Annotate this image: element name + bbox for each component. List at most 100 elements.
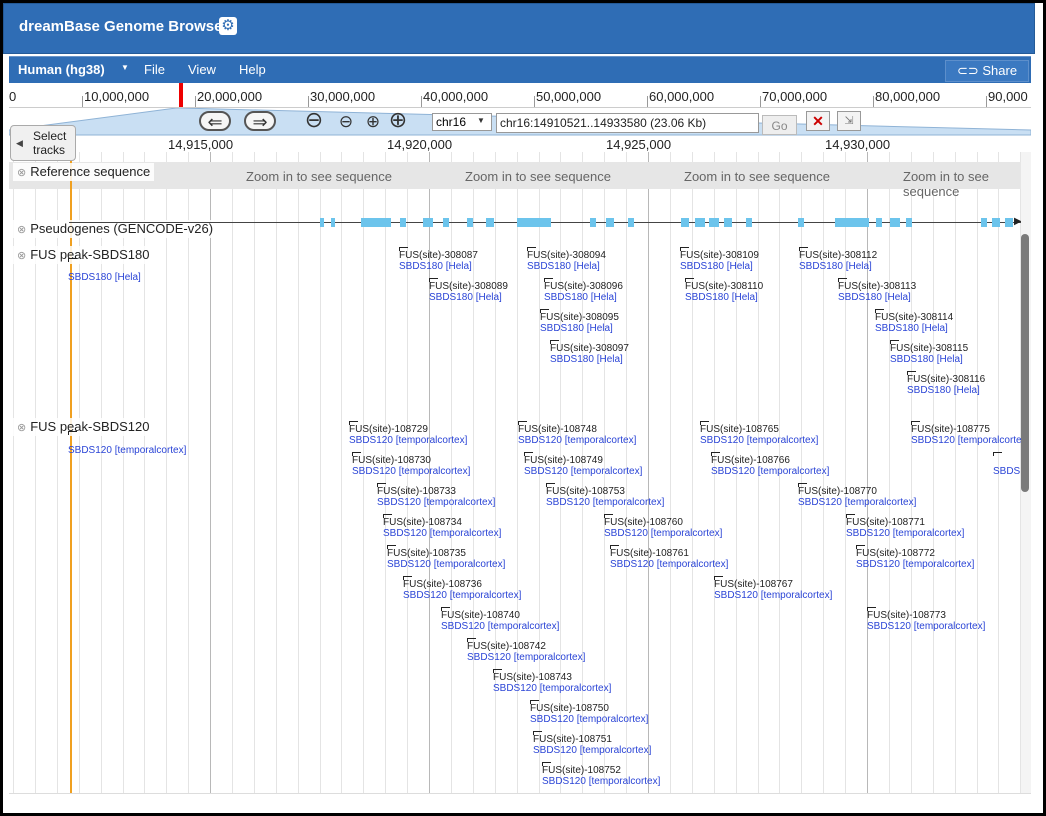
help-menu[interactable]: Help (239, 62, 266, 77)
close-icon[interactable]: ⊗ (17, 224, 26, 236)
zoom-out-small-icon[interactable]: ⊖ (336, 113, 356, 133)
feature-item[interactable]: FUS(site)-308112 SBDS180 [Hela] (799, 247, 877, 272)
feature-item[interactable]: SBDS180 [Hela] (68, 258, 141, 283)
exon-block[interactable] (890, 218, 900, 227)
feature-item[interactable]: FUS(site)-108733 SBDS120 [temporalcortex] (377, 483, 495, 508)
genome-menu[interactable]: Human (hg38) (18, 62, 105, 77)
exon-block[interactable] (1005, 218, 1013, 227)
exon-block[interactable] (400, 218, 406, 227)
feature-item[interactable]: FUS(site)-108771 SBDS120 [temporalcortex] (846, 514, 964, 539)
exon-block[interactable] (906, 218, 912, 227)
feature-item[interactable]: FUS(site)-108742 SBDS120 [temporalcortex] (467, 638, 585, 663)
exon-block[interactable] (709, 218, 719, 227)
feature-item[interactable]: FUS(site)-108767 SBDS120 [temporalcortex] (714, 576, 832, 601)
feature-item[interactable]: SBDS120 [temporalcortex] (68, 431, 186, 456)
zoom-in-large-icon[interactable]: ⊕ (388, 109, 408, 131)
file-menu[interactable]: File (144, 62, 165, 77)
close-icon[interactable]: ⊗ (17, 422, 26, 434)
location-input[interactable]: chr16:14910521..14933580 (23.06 Kb) (496, 113, 759, 133)
feature-item[interactable]: FUS(site)-108772 SBDS120 [temporalcortex] (856, 545, 974, 570)
feature-flag-icon (493, 669, 502, 673)
share-button[interactable]: ⊂⊃ Share (945, 60, 1029, 82)
feature-item[interactable]: FUS(site)-108751 SBDS120 [temporalcortex] (533, 731, 651, 756)
exon-block[interactable] (876, 218, 882, 227)
feature-item[interactable]: FUS(site)-108760 SBDS120 [temporalcortex] (604, 514, 722, 539)
feature-item[interactable]: FUS(site)-308094 SBDS180 [Hela] (527, 247, 606, 272)
feature-item[interactable]: FUS(site)-308115 SBDS180 [Hela] (890, 340, 968, 365)
exon-block[interactable] (590, 218, 596, 227)
feature-item[interactable]: FUS(site)-308113 SBDS180 [Hela] (838, 278, 916, 303)
exon-block[interactable] (798, 218, 804, 227)
close-icon[interactable]: ⊗ (17, 167, 26, 179)
feature-item[interactable]: FUS(site)-108729 SBDS120 [temporalcortex] (349, 421, 467, 446)
go-button[interactable]: Go (762, 115, 797, 135)
feature-item[interactable]: FUS(site)-108752 SBDS120 [temporalcortex] (542, 762, 660, 787)
zoom-in-small-icon[interactable]: ⊕ (363, 113, 383, 133)
feature-name: FUS(site)-108752 (542, 765, 621, 776)
exon-block[interactable] (724, 218, 732, 227)
feature-item[interactable]: SBDS120 [temporalcortex] (993, 452, 1021, 477)
feature-item[interactable]: FUS(site)-308116 SBDS180 [Hela] (907, 371, 985, 396)
exon-block[interactable] (443, 218, 449, 227)
exon-block[interactable] (517, 218, 551, 227)
track-label-reference[interactable]: ⊗ Reference sequence (13, 163, 155, 181)
exon-block[interactable] (423, 218, 433, 227)
exon-block[interactable] (992, 218, 1000, 227)
exon-block[interactable] (981, 218, 987, 227)
exon-block[interactable] (467, 218, 473, 227)
exon-block[interactable] (361, 218, 391, 227)
feature-item[interactable]: FUS(site)-108766 SBDS120 [temporalcortex] (711, 452, 829, 477)
feature-item[interactable]: FUS(site)-308114 SBDS180 [Hela] (875, 309, 953, 334)
arrow-right-icon[interactable]: ⇒ (244, 111, 276, 131)
feature-item[interactable]: FUS(site)-108749 SBDS120 [temporalcortex] (524, 452, 642, 477)
gear-icon[interactable]: ⚙ (219, 17, 237, 35)
feature-item[interactable]: FUS(site)-108730 SBDS120 [temporalcortex] (352, 452, 470, 477)
feature-item[interactable]: FUS(site)-108736 SBDS120 [temporalcortex] (403, 576, 521, 601)
exon-block[interactable] (486, 218, 494, 227)
exon-block[interactable] (628, 218, 634, 227)
x-icon[interactable]: ✕ (806, 111, 830, 131)
feature-item[interactable]: FUS(site)-308095 SBDS180 [Hela] (540, 309, 619, 334)
overview-ruler[interactable]: 0 10,000,000 20,000,000 30,000,000 40,00… (9, 83, 1031, 108)
feature-item[interactable]: FUS(site)-308089 SBDS180 [Hela] (429, 278, 508, 303)
chevron-down-icon[interactable]: ▼ (477, 116, 485, 125)
feature-item[interactable]: FUS(site)-308087 SBDS180 [Hela] (399, 247, 478, 272)
exon-block[interactable] (681, 218, 689, 227)
feature-name: FUS(site)-308087 (399, 250, 478, 261)
select-tracks-button[interactable]: ◀ Select tracks (10, 125, 76, 161)
feature-item[interactable]: FUS(site)-108748 SBDS120 [temporalcortex] (518, 421, 636, 446)
feature-item[interactable]: FUS(site)-108770 SBDS120 [temporalcortex] (798, 483, 916, 508)
close-icon[interactable]: ⊗ (17, 250, 26, 262)
feature-item[interactable]: FUS(site)-108743 SBDS120 [temporalcortex] (493, 669, 611, 694)
minor-gridline (692, 152, 693, 793)
exon-block[interactable] (331, 218, 335, 227)
feature-item[interactable]: FUS(site)-108740 SBDS120 [temporalcortex] (441, 607, 559, 632)
arrow-left-icon[interactable]: ⇐ (199, 111, 231, 131)
feature-item[interactable]: FUS(site)-108761 SBDS120 [temporalcortex] (610, 545, 728, 570)
chevron-down-icon[interactable]: ▼ (121, 63, 129, 72)
feature-item[interactable]: FUS(site)-108734 SBDS120 [temporalcortex] (383, 514, 501, 539)
exon-block[interactable] (320, 218, 324, 227)
feature-item[interactable]: FUS(site)-108750 SBDS120 [temporalcortex] (530, 700, 648, 725)
feature-item[interactable]: FUS(site)-308110 SBDS180 [Hela] (685, 278, 763, 303)
exon-block[interactable] (606, 218, 614, 227)
highlight-icon[interactable]: ⇲ (837, 111, 861, 131)
overview-position-marker[interactable] (179, 83, 183, 107)
feature-item[interactable]: FUS(site)-108775 SBDS120 [temporalcortex] (911, 421, 1021, 446)
feature-item[interactable]: FUS(site)-308097 SBDS180 [Hela] (550, 340, 629, 365)
exon-block[interactable] (695, 218, 705, 227)
track-area[interactable]: Zoom in to see sequence Zoom in to see s… (9, 152, 1021, 793)
feature-item[interactable]: FUS(site)-108773 SBDS120 [temporalcortex] (867, 607, 985, 632)
chevron-left-icon: ◀ (16, 138, 23, 148)
scrollbar-thumb[interactable] (1021, 234, 1029, 492)
zoom-out-large-icon[interactable]: ⊖ (304, 109, 324, 131)
feature-item[interactable]: FUS(site)-108735 SBDS120 [temporalcortex] (387, 545, 505, 570)
feature-item[interactable]: FUS(site)-308096 SBDS180 [Hela] (544, 278, 623, 303)
feature-item[interactable]: FUS(site)-308109 SBDS180 [Hela] (680, 247, 759, 272)
feature-item[interactable]: FUS(site)-108753 SBDS120 [temporalcortex] (546, 483, 664, 508)
feature-flag-icon (544, 278, 553, 282)
view-menu[interactable]: View (188, 62, 216, 77)
exon-block[interactable] (746, 218, 752, 227)
exon-block[interactable] (835, 218, 869, 227)
feature-item[interactable]: FUS(site)-108765 SBDS120 [temporalcortex] (700, 421, 818, 446)
